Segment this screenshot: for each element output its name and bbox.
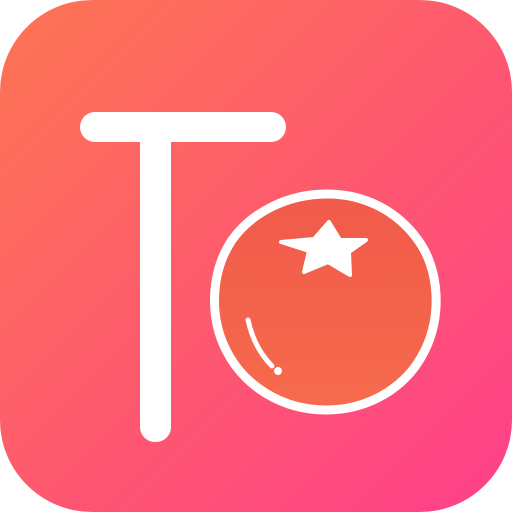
- tomato-highlight-dot: [274, 367, 282, 375]
- tomato-icon: [210, 189, 441, 415]
- app-icon[interactable]: [0, 0, 512, 512]
- app-icon-graphic: [0, 0, 512, 512]
- icon-canvas: [0, 0, 512, 512]
